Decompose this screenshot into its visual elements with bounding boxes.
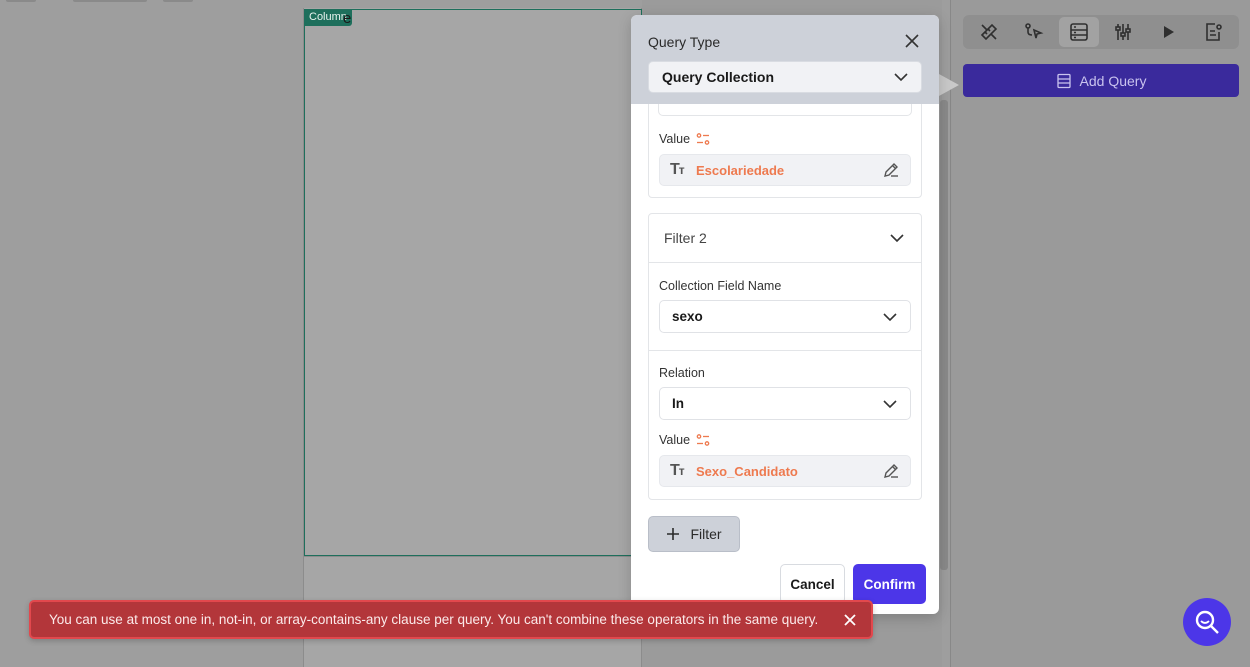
divider xyxy=(649,350,921,351)
column-widget[interactable] xyxy=(304,9,642,556)
filter-2-header[interactable]: Filter 2 xyxy=(649,214,921,263)
document-settings-icon[interactable] xyxy=(1193,17,1233,47)
search-help-button[interactable] xyxy=(1183,598,1231,646)
edit-icon[interactable] xyxy=(882,462,900,480)
chevron-down-icon xyxy=(883,312,897,321)
add-filter-button[interactable]: Filter xyxy=(648,516,740,552)
panel-toolbar xyxy=(963,15,1239,49)
value-field[interactable]: Tт Sexo_Candidato xyxy=(659,455,911,487)
pointer-branch-icon[interactable] xyxy=(1014,17,1054,47)
top-stub xyxy=(73,0,147,2)
toast-message: You can use at most one in, not-in, or a… xyxy=(49,612,819,627)
add-query-button[interactable]: Add Query xyxy=(963,64,1239,97)
top-stub xyxy=(6,0,36,2)
popover-body[interactable]: Value Tт Escolariedade Filter 2 Collecti… xyxy=(631,15,939,614)
add-query-label: Add Query xyxy=(1079,72,1147,89)
value-label: Value xyxy=(659,132,710,146)
sliders-icon[interactable] xyxy=(1103,17,1143,47)
value-label: Value xyxy=(659,433,710,447)
cancel-button[interactable]: Cancel xyxy=(780,564,845,604)
text-type-icon: Tт xyxy=(670,462,685,479)
chevron-down-icon xyxy=(894,73,908,82)
value-field[interactable]: Tт Escolariedade xyxy=(659,154,911,186)
top-stub xyxy=(163,0,193,2)
popover-title: Query Type xyxy=(648,34,721,50)
plus-icon xyxy=(667,528,680,540)
play-icon[interactable] xyxy=(1148,17,1188,47)
search-icon xyxy=(1195,610,1219,634)
relation-value: In xyxy=(672,396,684,411)
error-toast: You can use at most one in, not-in, or a… xyxy=(29,600,873,639)
phone-divider xyxy=(304,556,642,557)
chevron-down-icon xyxy=(890,234,904,243)
query-popover: Value Tт Escolariedade Filter 2 Collecti… xyxy=(631,15,939,614)
chevron-down-icon xyxy=(883,399,897,408)
filter-card-2: Filter 2 Collection Field Name sexo Rela… xyxy=(648,213,922,500)
binding-icon[interactable] xyxy=(696,132,710,146)
query-type-select[interactable]: Query Collection xyxy=(648,61,922,93)
database-icon[interactable] xyxy=(1058,17,1099,47)
ruler-pencil-icon[interactable] xyxy=(969,17,1009,47)
properties-panel xyxy=(950,0,1250,667)
close-icon[interactable] xyxy=(902,31,922,51)
confirm-button[interactable]: Confirm xyxy=(853,564,926,604)
field-name-dropdown[interactable]: sexo xyxy=(659,300,911,333)
binding-icon[interactable] xyxy=(696,433,710,447)
field-name-label: Collection Field Name xyxy=(659,279,782,293)
close-icon[interactable] xyxy=(841,611,859,629)
scrolled-field-edge xyxy=(658,102,912,116)
column-text: e xyxy=(343,10,352,27)
canvas-scrollbar[interactable] xyxy=(940,100,948,570)
query-icon xyxy=(1056,73,1071,88)
popover-pointer xyxy=(939,74,959,96)
popover-header: Query Type Query Collection xyxy=(631,15,939,104)
edit-icon[interactable] xyxy=(882,161,900,179)
relation-dropdown[interactable]: In xyxy=(659,387,911,420)
filter-2-title: Filter 2 xyxy=(664,230,707,246)
text-type-icon: Tт xyxy=(670,161,685,178)
relation-label: Relation xyxy=(659,366,705,380)
value-text: Escolariedade xyxy=(696,162,785,178)
add-filter-label: Filter xyxy=(690,526,722,542)
query-type-value: Query Collection xyxy=(662,69,775,85)
value-text: Sexo_Candidato xyxy=(696,463,798,479)
field-name-value: sexo xyxy=(672,309,703,324)
